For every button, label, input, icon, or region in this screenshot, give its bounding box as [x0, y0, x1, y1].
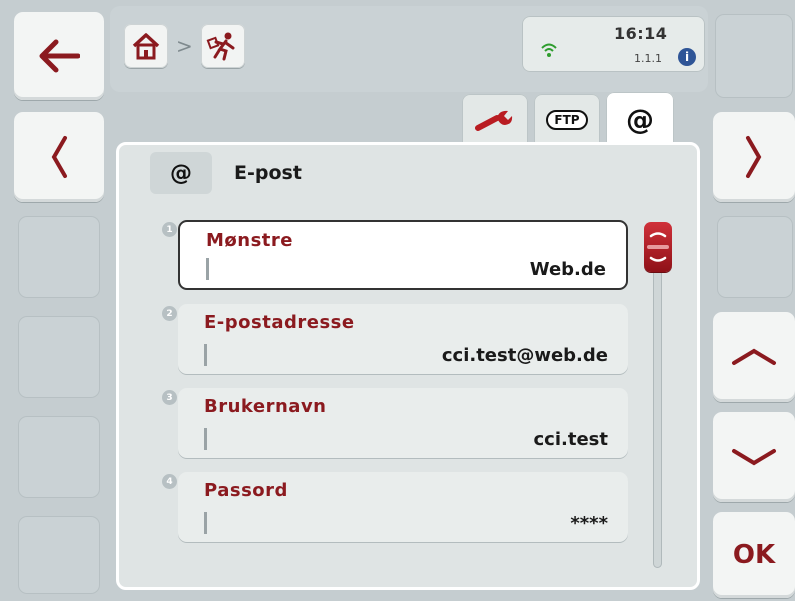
- wifi-icon: [541, 43, 557, 57]
- field-username-label: Brukernavn: [204, 396, 327, 417]
- field-index-2-text: 2: [166, 308, 173, 319]
- field-password-value: ****: [570, 513, 608, 534]
- scrollbar-track[interactable]: [653, 222, 662, 568]
- breadcrumb-home[interactable]: [124, 24, 168, 68]
- next-page-button[interactable]: [713, 112, 795, 202]
- breadcrumb-service[interactable]: [200, 24, 245, 68]
- scrollbar-thumb[interactable]: [644, 222, 672, 272]
- field-index-3: 3: [162, 390, 177, 405]
- field-email-address[interactable]: E-postadresse cci.test@web.de: [178, 304, 628, 374]
- breadcrumb-separator: >: [176, 34, 193, 58]
- at-icon: @: [626, 102, 654, 136]
- tab-ftp[interactable]: FTP: [534, 94, 600, 146]
- field-pattern-value: Web.de: [529, 259, 606, 280]
- arrow-left-icon: [39, 39, 80, 73]
- field-email-address-value: cci.test@web.de: [441, 345, 608, 366]
- field-username-value: cci.test: [533, 429, 608, 450]
- left-softkey-5[interactable]: [18, 416, 100, 498]
- tab-ftp-label: FTP: [554, 113, 580, 127]
- status-area: 16:14 1.1.1 i: [522, 16, 705, 72]
- field-index-4: 4: [162, 474, 177, 489]
- service-person-icon: [206, 32, 235, 61]
- field-index-1: 1: [162, 222, 177, 237]
- field-index-1-text: 1: [166, 224, 173, 235]
- home-icon: [132, 33, 160, 60]
- chevron-up-icon: [732, 348, 776, 365]
- field-pattern-cursor: [206, 258, 209, 280]
- email-title-icon-glyph: @: [170, 160, 192, 186]
- ok-label: OK: [732, 540, 776, 570]
- chevron-down-icon: [732, 449, 776, 466]
- field-pattern[interactable]: Mønstre Web.de: [178, 220, 628, 290]
- scroll-up-button[interactable]: [713, 312, 795, 402]
- ftp-icon: FTP: [546, 110, 588, 130]
- right-softkey-3[interactable]: [717, 216, 793, 298]
- chevron-left-icon: [51, 136, 67, 178]
- field-password-label: Passord: [204, 480, 288, 501]
- back-button[interactable]: [14, 12, 104, 100]
- field-username[interactable]: Brukernavn cci.test: [178, 388, 628, 458]
- chevron-right-icon: [746, 136, 762, 178]
- field-email-address-cursor: [204, 344, 207, 366]
- field-password-cursor: [204, 512, 207, 534]
- previous-page-button[interactable]: [14, 112, 104, 202]
- field-password[interactable]: Passord ****: [178, 472, 628, 542]
- field-username-cursor: [204, 428, 207, 450]
- left-softkey-6[interactable]: [18, 516, 100, 594]
- field-index-3-text: 3: [166, 392, 173, 403]
- panel-header: @ E-post: [150, 152, 450, 194]
- field-email-address-label: E-postadresse: [204, 312, 355, 333]
- clock: 16:14: [614, 24, 668, 43]
- info-icon-glyph: i: [684, 50, 690, 64]
- tab-settings[interactable]: [462, 94, 528, 146]
- version-label: 1.1.1: [634, 52, 662, 65]
- field-pattern-label: Mønstre: [206, 230, 293, 251]
- page-title: E-post: [234, 162, 302, 184]
- scroll-grip-icon: [647, 232, 669, 262]
- info-icon[interactable]: i: [678, 48, 696, 66]
- wrench-icon: [475, 110, 513, 131]
- right-softkey-1[interactable]: [715, 14, 793, 98]
- ok-button[interactable]: OK: [713, 512, 795, 598]
- left-softkey-3[interactable]: [18, 216, 100, 298]
- scroll-down-button[interactable]: [713, 412, 795, 502]
- field-index-4-text: 4: [166, 476, 173, 487]
- email-title-icon: @: [150, 152, 212, 194]
- field-index-2: 2: [162, 306, 177, 321]
- breadcrumb: >: [124, 24, 245, 68]
- left-softkey-4[interactable]: [18, 316, 100, 398]
